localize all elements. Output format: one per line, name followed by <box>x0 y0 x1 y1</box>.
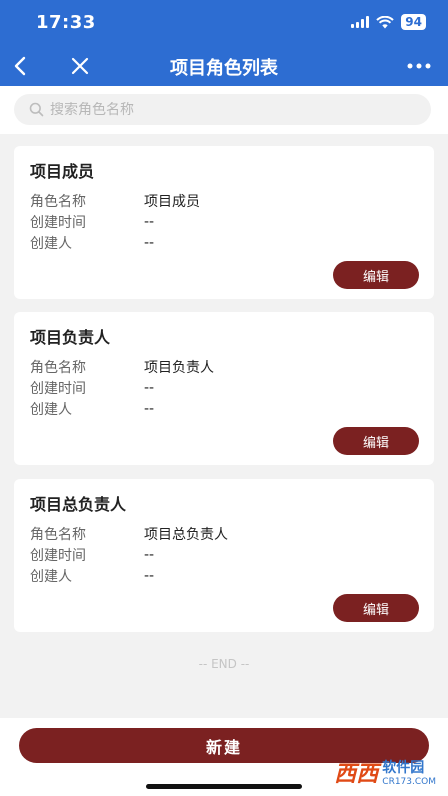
status-indicators: 94 <box>351 14 426 30</box>
created-time-label: 创建时间 <box>30 547 86 564</box>
list-end-marker: -- END -- <box>198 657 250 671</box>
creator-value: -- <box>144 400 155 417</box>
role-card-title: 项目负责人 <box>30 328 111 347</box>
role-name-value: 项目成员 <box>144 193 200 210</box>
creator-label: 创建人 <box>30 401 72 418</box>
search-bar <box>0 86 448 134</box>
creator-label: 创建人 <box>30 235 72 252</box>
search-input[interactable] <box>50 101 390 118</box>
cellular-signal-icon <box>351 16 370 28</box>
role-card-details: 角色名称 项目总负责人 创建时间 -- 创建人 -- <box>30 523 228 586</box>
status-bar: 17:33 94 <box>0 0 448 46</box>
created-time-label: 创建时间 <box>30 380 86 397</box>
created-time-value: -- <box>144 213 155 230</box>
role-card: 项目总负责人 角色名称 项目总负责人 创建时间 -- 创建人 -- 编辑 <box>14 479 434 632</box>
created-time-value: -- <box>144 546 155 563</box>
role-card: 项目成员 角色名称 项目成员 创建时间 -- 创建人 -- 编辑 <box>14 146 434 299</box>
created-time-value: -- <box>144 379 155 396</box>
role-card-details: 角色名称 项目负责人 创建时间 -- 创建人 -- <box>30 356 214 419</box>
watermark-url: CR173.COM <box>382 777 436 787</box>
created-time-label: 创建时间 <box>30 214 86 231</box>
search-icon <box>28 102 44 118</box>
role-name-value: 项目负责人 <box>144 359 214 376</box>
watermark-logo: 西西 软件园 CR173.COM <box>334 756 436 788</box>
page-title: 项目角色列表 <box>170 58 278 79</box>
edit-button[interactable]: 编辑 <box>333 261 419 289</box>
navigation-bar: 项目角色列表 <box>0 46 448 86</box>
creator-value: -- <box>144 234 155 251</box>
edit-button[interactable]: 编辑 <box>333 427 419 455</box>
edit-button[interactable]: 编辑 <box>333 594 419 622</box>
search-box[interactable] <box>14 94 431 125</box>
wifi-icon <box>376 15 395 28</box>
watermark-name: 软件园 <box>382 760 425 776</box>
role-card-title: 项目成员 <box>30 162 95 181</box>
home-indicator <box>146 784 302 789</box>
creator-label: 创建人 <box>30 568 72 585</box>
role-card: 项目负责人 角色名称 项目负责人 创建时间 -- 创建人 -- 编辑 <box>14 312 434 465</box>
battery-indicator: 94 <box>401 14 426 30</box>
creator-value: -- <box>144 567 155 584</box>
role-card-details: 角色名称 项目成员 创建时间 -- 创建人 -- <box>30 190 200 253</box>
role-name-value: 项目总负责人 <box>144 526 228 543</box>
role-card-title: 项目总负责人 <box>30 495 127 514</box>
role-name-label: 角色名称 <box>30 359 86 376</box>
role-name-label: 角色名称 <box>30 193 86 210</box>
more-dots-icon <box>407 63 431 69</box>
more-button[interactable] <box>404 52 434 80</box>
watermark-logo-text: 西西 <box>334 762 379 787</box>
role-name-label: 角色名称 <box>30 526 86 543</box>
status-time: 17:33 <box>36 12 96 33</box>
